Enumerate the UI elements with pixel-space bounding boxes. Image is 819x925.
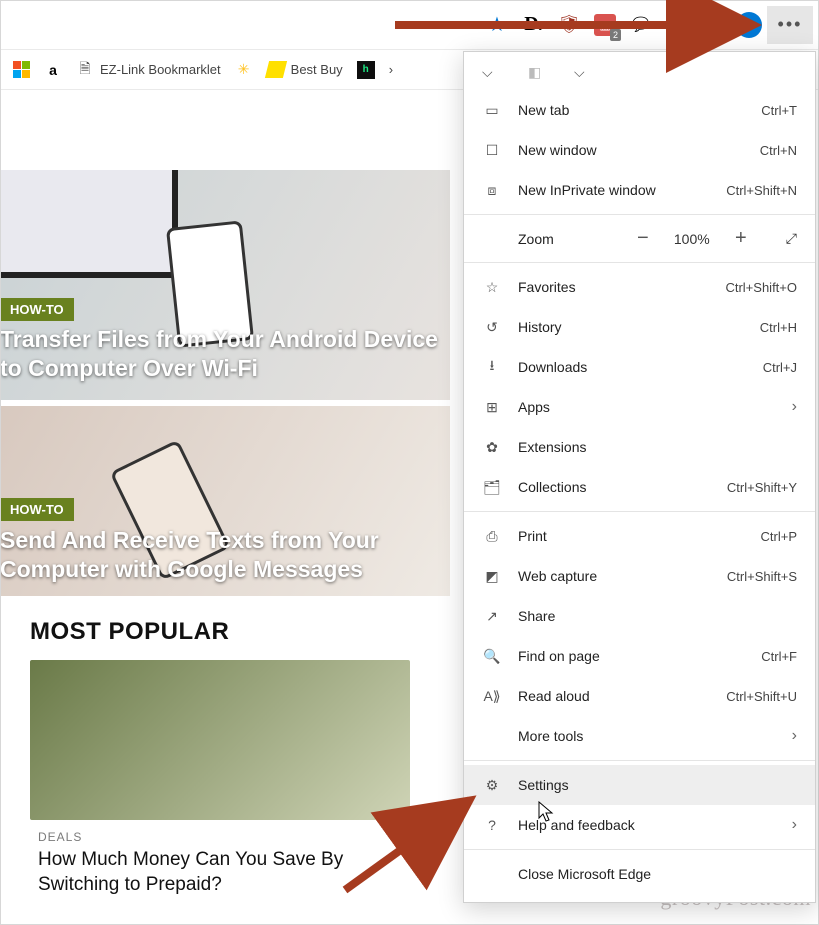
menu-extensions[interactable]: ✿ Extensions bbox=[464, 427, 815, 467]
fullscreen-button[interactable]: ⤢ bbox=[786, 230, 797, 247]
bookmark-ezlink[interactable]: 🗎 EZ-Link Bookmarklet bbox=[76, 61, 221, 79]
menu-print[interactable]: ⎙ Print Ctrl+P bbox=[464, 516, 815, 556]
menu-history[interactable]: ↺ History Ctrl+H bbox=[464, 307, 815, 347]
read-aloud-icon: A⟫ bbox=[482, 686, 502, 706]
chevron-right-icon: › bbox=[792, 727, 797, 745]
chevron-right-icon: › bbox=[389, 62, 393, 77]
office-icon[interactable]: ◧ bbox=[528, 64, 548, 84]
chevron-right-icon: › bbox=[792, 398, 797, 416]
menu-zoom-row: Zoom − 100% + ⤢ bbox=[464, 219, 815, 258]
profile-avatar[interactable] bbox=[731, 7, 767, 43]
share-icon: ↗ bbox=[482, 606, 502, 626]
pocket-icon[interactable]: ⌵ bbox=[482, 64, 502, 84]
menu-web-capture[interactable]: ◩ Web capture Ctrl+Shift+S bbox=[464, 556, 815, 596]
article-thumbnail bbox=[30, 660, 410, 820]
article-card-1[interactable]: HOW-TO Transfer Files from Your Android … bbox=[0, 170, 450, 400]
bookmark-microsoft[interactable] bbox=[12, 61, 30, 79]
bookmark-hulu[interactable]: h bbox=[357, 61, 375, 79]
search-icon: 🔍 bbox=[482, 646, 502, 666]
menu-separator bbox=[464, 214, 815, 215]
zoom-out-button[interactable]: − bbox=[632, 227, 654, 250]
menu-separator bbox=[464, 760, 815, 761]
article-title: Transfer Files from Your Android Device … bbox=[0, 325, 440, 383]
puzzle-icon: ✿ bbox=[482, 437, 502, 457]
menu-more-tools[interactable]: More tools › bbox=[464, 716, 815, 756]
category-badge: HOW-TO bbox=[0, 298, 74, 321]
d-extension-icon[interactable]: D. bbox=[515, 7, 551, 43]
history-icon: ↺ bbox=[482, 317, 502, 337]
chat-extension-icon[interactable]: 💬 bbox=[623, 7, 659, 43]
menu-separator bbox=[464, 849, 815, 850]
page-icon: 🗎 bbox=[76, 61, 94, 79]
settings-and-more-menu: ⌵ ◧ ⌵ ▭ New tab Ctrl+T ☐ New window Ctrl… bbox=[463, 51, 816, 903]
new-tab-icon: ▭ bbox=[482, 100, 502, 120]
menu-favorites[interactable]: ☆ Favorites Ctrl+Shift+O bbox=[464, 267, 815, 307]
bookmark-walmart[interactable]: ✳ bbox=[235, 61, 253, 79]
menu-settings[interactable]: ⚙ Settings bbox=[464, 765, 815, 805]
shield-extension-icon[interactable]: 🛡 bbox=[551, 7, 587, 43]
menu-separator bbox=[464, 262, 815, 263]
video-extension-icon[interactable]: 🎛 bbox=[659, 7, 695, 43]
gear-icon: ⚙ bbox=[482, 775, 502, 795]
apps-icon: ⊞ bbox=[482, 397, 502, 417]
browser-toolbar: ★ D. 🛡 ▦ 2 💬 🎛 🗂 ••• bbox=[0, 0, 819, 50]
favorites-star-icon[interactable]: ★ bbox=[479, 7, 515, 43]
article-card-2[interactable]: HOW-TO Send And Receive Texts from Your … bbox=[0, 406, 450, 596]
menu-collections[interactable]: 🗂 Collections Ctrl+Shift+Y bbox=[464, 467, 815, 507]
menu-downloads[interactable]: ⭳ Downloads Ctrl+J bbox=[464, 347, 815, 387]
star-outline-icon: ☆ bbox=[482, 277, 502, 297]
zoom-level: 100% bbox=[672, 231, 712, 247]
category-badge: HOW-TO bbox=[0, 498, 74, 521]
menu-new-inprivate[interactable]: ⧈ New InPrivate window Ctrl+Shift+N bbox=[464, 170, 815, 210]
bookmark-more-chevron[interactable]: › bbox=[389, 62, 393, 77]
badge-count: 2 bbox=[610, 29, 621, 41]
pocket-icon2[interactable]: ⌵ bbox=[574, 64, 594, 84]
menu-find[interactable]: 🔍 Find on page Ctrl+F bbox=[464, 636, 815, 676]
bookmark-bestbuy[interactable]: Best Buy bbox=[267, 61, 343, 79]
popular-article-card[interactable]: DEALS How Much Money Can You Save By Swi… bbox=[30, 660, 410, 897]
bookmark-amazon[interactable]: a bbox=[44, 61, 62, 79]
menu-new-window[interactable]: ☐ New window Ctrl+N bbox=[464, 130, 815, 170]
collections-icon[interactable]: 🗂 bbox=[695, 7, 731, 43]
bookmark-label: Best Buy bbox=[291, 62, 343, 77]
mouse-cursor-icon bbox=[538, 801, 556, 823]
menu-close-edge[interactable]: Close Microsoft Edge bbox=[464, 854, 815, 894]
menu-apps[interactable]: ⊞ Apps › bbox=[464, 387, 815, 427]
ellipsis-icon: ••• bbox=[778, 14, 803, 35]
download-icon: ⭳ bbox=[482, 357, 502, 377]
menu-read-aloud[interactable]: A⟫ Read aloud Ctrl+Shift+U bbox=[464, 676, 815, 716]
chevron-right-icon: › bbox=[792, 816, 797, 834]
article-title: How Much Money Can You Save By Switching… bbox=[38, 848, 402, 897]
menu-top-icons: ⌵ ◧ ⌵ bbox=[464, 52, 815, 90]
capture-icon: ◩ bbox=[482, 566, 502, 586]
article-category: DEALS bbox=[38, 830, 402, 844]
grid-extension-icon[interactable]: ▦ 2 bbox=[587, 7, 623, 43]
menu-separator bbox=[464, 511, 815, 512]
help-icon: ? bbox=[482, 815, 502, 835]
window-icon: ☐ bbox=[482, 140, 502, 160]
inprivate-icon: ⧈ bbox=[482, 180, 502, 200]
article-title: Send And Receive Texts from Your Compute… bbox=[0, 526, 440, 584]
settings-and-more-button[interactable]: ••• bbox=[767, 6, 813, 44]
zoom-in-button[interactable]: + bbox=[730, 227, 752, 250]
menu-help[interactable]: ? Help and feedback › bbox=[464, 805, 815, 845]
print-icon: ⎙ bbox=[482, 526, 502, 546]
menu-new-tab[interactable]: ▭ New tab Ctrl+T bbox=[464, 90, 815, 130]
bookmark-label: EZ-Link Bookmarklet bbox=[100, 62, 221, 77]
collections-icon: 🗂 bbox=[482, 477, 502, 497]
menu-share[interactable]: ↗ Share bbox=[464, 596, 815, 636]
